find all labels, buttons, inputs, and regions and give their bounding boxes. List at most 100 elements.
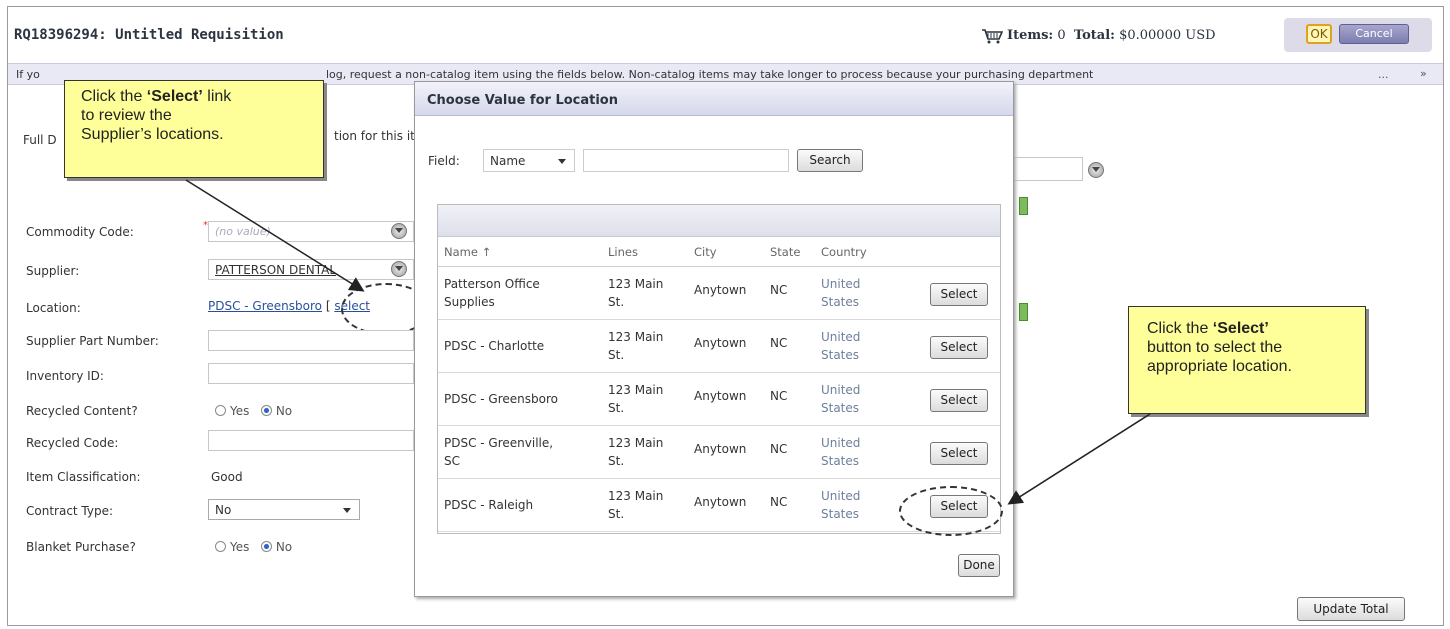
inventory-id-field[interactable] bbox=[208, 363, 414, 384]
location-state: NC bbox=[770, 283, 788, 297]
location-lines: 123 Main St. bbox=[608, 277, 664, 309]
callout-left-line2: to review the bbox=[81, 107, 172, 124]
location-state: NC bbox=[770, 495, 788, 509]
recycled-content-options: Yes No bbox=[215, 404, 292, 418]
column-state[interactable]: State bbox=[770, 245, 800, 259]
location-bracket: [ bbox=[325, 299, 331, 313]
column-city[interactable]: City bbox=[694, 245, 717, 259]
search-button[interactable]: Search bbox=[797, 149, 863, 172]
column-lines[interactable]: Lines bbox=[608, 245, 638, 259]
location-country: United States bbox=[821, 330, 861, 362]
blanket-no-label: No bbox=[275, 540, 293, 554]
column-country[interactable]: Country bbox=[821, 245, 867, 259]
supplier-label: Supplier: bbox=[26, 264, 80, 278]
hidden-field-edge[interactable] bbox=[1003, 157, 1083, 181]
dialog-title-bar: Choose Value for Location bbox=[415, 82, 1013, 116]
table-row: PDSC - Greenville, SC 123 Main St. Anytown NC… bbox=[438, 426, 1000, 479]
cart-icon[interactable] bbox=[981, 28, 1003, 44]
more-link[interactable]: ... bbox=[1378, 68, 1389, 81]
callout-left-suffix: link bbox=[202, 88, 232, 105]
recycled-content-yes-label: Yes bbox=[230, 404, 250, 418]
location-lines: 123 Main St. bbox=[608, 383, 664, 415]
location-state: NC bbox=[770, 389, 788, 403]
location-results-table: Name ↑ Lines City State Country Patterso… bbox=[437, 204, 1001, 534]
recycled-content-no-radio[interactable] bbox=[260, 405, 272, 416]
location-country: United States bbox=[821, 277, 861, 309]
callout-right-text: Click the bbox=[1147, 320, 1213, 337]
supplier-field[interactable]: PATTERSON DENTAL bbox=[208, 259, 414, 280]
done-button[interactable]: Done bbox=[958, 554, 1000, 577]
blanket-no-radio[interactable] bbox=[260, 541, 272, 552]
blanket-purchase-label: Blanket Purchase? bbox=[26, 540, 136, 554]
contract-type-select[interactable]: No bbox=[208, 499, 360, 520]
select-button[interactable]: Select bbox=[930, 336, 988, 359]
location-city: Anytown bbox=[694, 442, 747, 456]
field-select[interactable]: Name bbox=[483, 149, 575, 172]
items-label: Items: bbox=[1007, 28, 1054, 43]
header-bar: RQ18396294: Untitled Requisition Items: … bbox=[8, 7, 1443, 63]
select-button[interactable]: Select bbox=[930, 442, 988, 465]
select-button[interactable]: Select bbox=[930, 283, 988, 306]
recycled-code-field[interactable] bbox=[208, 430, 414, 451]
supplier-dropdown-icon[interactable] bbox=[391, 261, 407, 277]
table-toolbar bbox=[438, 205, 1000, 237]
callout-left-line3: Supplier’s locations. bbox=[81, 126, 224, 143]
update-total-button[interactable]: Update Total bbox=[1297, 597, 1405, 621]
location-lines: 123 Main St. bbox=[608, 436, 664, 468]
item-classification-value: Good bbox=[211, 470, 243, 484]
add-icon[interactable] bbox=[1019, 197, 1028, 215]
item-classification-label: Item Classification: bbox=[26, 470, 141, 484]
contract-type-label: Contract Type: bbox=[26, 504, 114, 518]
location-link[interactable]: PDSC - Greensboro bbox=[208, 299, 322, 313]
callout-select-link: Click the ‘Select’ link to review the Su… bbox=[64, 80, 324, 178]
supplier-part-number-field[interactable] bbox=[208, 330, 414, 351]
blanket-yes-radio[interactable] bbox=[215, 541, 226, 552]
blanket-yes-label: Yes bbox=[230, 540, 250, 554]
location-label: Location: bbox=[26, 301, 81, 315]
cancel-button[interactable]: Cancel bbox=[1339, 24, 1409, 44]
select-button[interactable]: Select bbox=[930, 389, 988, 412]
callout-right-bold: ‘Select’ bbox=[1212, 320, 1269, 337]
recycled-content-label: Recycled Content? bbox=[26, 404, 138, 418]
cart-summary: Items: 0 Total: $0.00000 USD bbox=[1007, 28, 1216, 43]
field-select-value: Name bbox=[490, 154, 526, 168]
location-state: NC bbox=[770, 336, 788, 350]
search-input[interactable] bbox=[583, 149, 789, 172]
location-city: Anytown bbox=[694, 495, 747, 509]
total-label: Total: bbox=[1073, 28, 1115, 43]
supplier-part-number-label: Supplier Part Number: bbox=[26, 334, 159, 348]
page-title: RQ18396294: Untitled Requisition bbox=[14, 27, 284, 43]
callout-left-bold: ‘Select’ bbox=[146, 88, 203, 105]
select-button-highlight bbox=[899, 486, 1003, 536]
ok-button[interactable]: OK bbox=[1306, 24, 1332, 44]
commodity-code-field[interactable]: (no value) bbox=[208, 221, 414, 242]
full-description-label: Full D bbox=[23, 133, 57, 147]
commodity-code-label: Commodity Code: bbox=[26, 225, 134, 239]
info-text-start: If yo bbox=[16, 68, 40, 81]
location-name: PDSC - Charlotte bbox=[444, 339, 545, 353]
location-state: NC bbox=[770, 442, 788, 456]
location-country: United States bbox=[821, 383, 861, 415]
blanket-purchase-options: Yes No bbox=[215, 540, 292, 554]
location-city: Anytown bbox=[694, 389, 747, 403]
sort-icon: ↑ bbox=[481, 245, 492, 259]
recycled-content-yes-radio[interactable] bbox=[215, 405, 226, 416]
dialog-title: Choose Value for Location bbox=[427, 93, 618, 108]
expand-icon[interactable]: » bbox=[1420, 67, 1427, 80]
commodity-dropdown-icon[interactable] bbox=[391, 223, 407, 239]
full-description-hint: tion for this it bbox=[334, 129, 415, 143]
chevron-down-icon bbox=[343, 508, 351, 513]
table-row: Patterson Office Supplies 123 Main St. Anyto… bbox=[438, 267, 1000, 320]
field-label: Field: bbox=[428, 154, 460, 168]
add-icon[interactable] bbox=[1019, 303, 1028, 321]
location-name: PDSC - Greenville, SC bbox=[444, 436, 554, 468]
location-country: United States bbox=[821, 489, 861, 521]
inventory-id-label: Inventory ID: bbox=[26, 369, 104, 383]
supplier-value: PATTERSON DENTAL bbox=[215, 263, 337, 277]
table-row: PDSC - Greensboro 123 Main St. Anytown NC Uni… bbox=[438, 373, 1000, 426]
field-dropdown-icon[interactable] bbox=[1088, 162, 1104, 178]
column-name[interactable]: Name ↑ bbox=[444, 245, 491, 259]
location-city: Anytown bbox=[694, 336, 747, 350]
location-city: Anytown bbox=[694, 283, 747, 297]
location-lines: 123 Main St. bbox=[608, 489, 664, 521]
